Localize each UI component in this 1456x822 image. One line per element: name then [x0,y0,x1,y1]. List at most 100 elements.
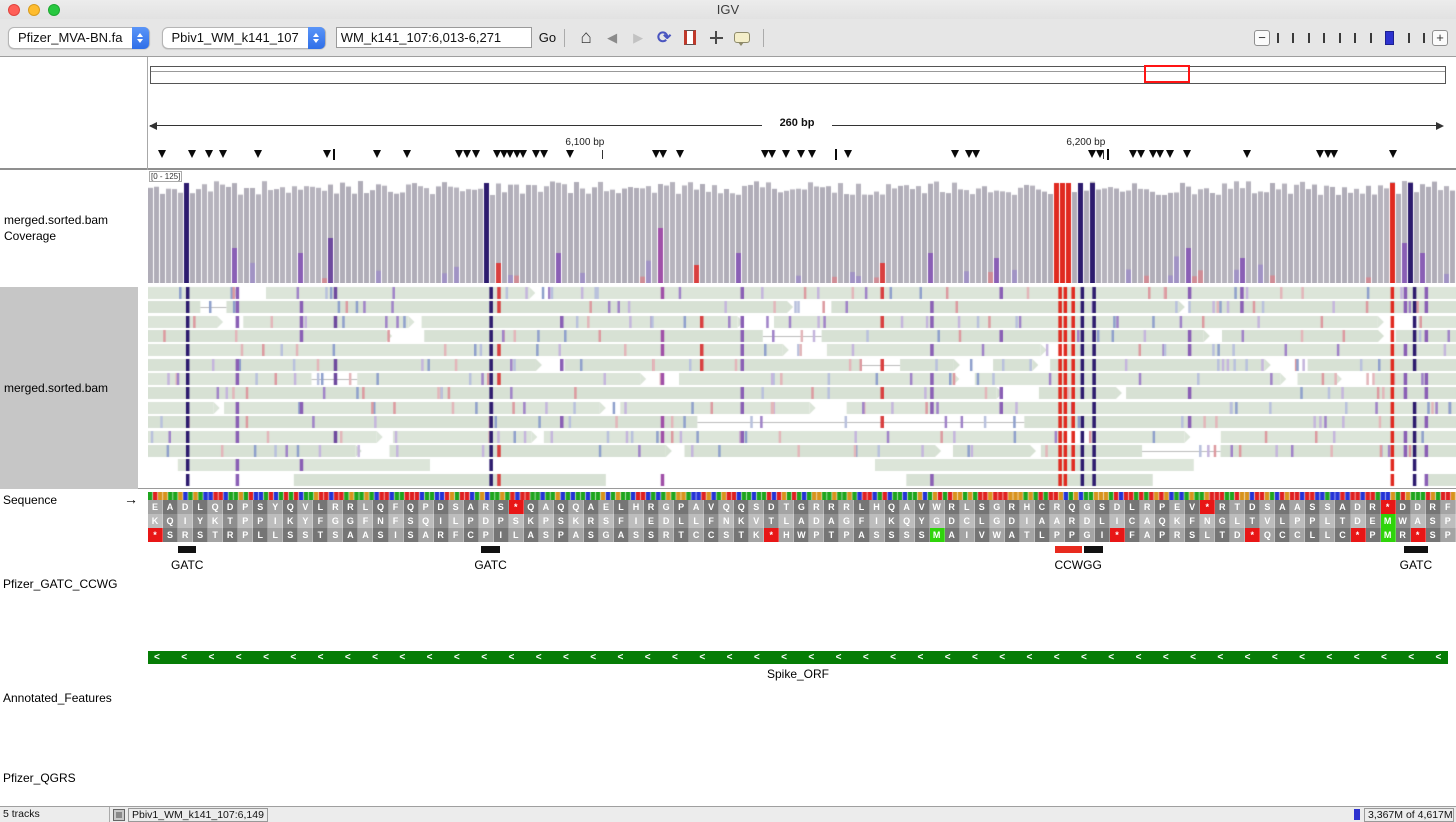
strand-chevron-icon: < [235,652,242,663]
track-label-annotated-features[interactable]: Annotated_Features [3,691,112,705]
region-of-interest-icon[interactable] [677,26,703,50]
forward-arrow-icon[interactable]: ▶ [625,26,651,50]
amino-acid-cell: A [343,528,359,542]
chromosome-select-stepper-icon[interactable] [307,26,325,49]
track-label-qgrs[interactable]: Pfizer_QGRS [3,771,76,785]
motif-feature-segment [178,546,197,553]
amino-acid-cell: M [1380,514,1396,528]
sequence-strand-arrow[interactable]: → [124,491,138,507]
amino-acid-cell: * [508,500,524,514]
strand-chevron-icon: < [208,652,215,663]
amino-acid-cell: P [553,528,569,542]
strand-chevron-icon: < [699,652,706,663]
zoom-slider-thumb[interactable] [1385,30,1395,45]
zoom-slider-tick[interactable] [1323,32,1326,43]
amino-acid-cell: C [1275,528,1291,542]
popup-text-icon[interactable] [729,26,755,50]
strand-chevron-icon: < [1190,652,1196,663]
chromosome-select[interactable]: Pbiv1_WM_k141_107 [161,26,326,49]
amino-acid-cell: V [1260,514,1276,528]
refresh-icon[interactable]: ⟳ [651,26,677,50]
strand-chevron-icon: < [372,652,378,663]
zoom-widget: − + [1254,29,1448,46]
amino-acid-cell: G [1079,500,1095,514]
go-button[interactable]: Go [539,30,556,45]
variant-marker-icon [1242,150,1251,158]
strand-chevron-icon: < [1217,652,1224,663]
amino-acid-cell: W [794,528,810,542]
amino-acid-cell: A [1410,514,1426,528]
amino-acid-cell: * [1110,528,1126,542]
amino-acid-cell: L [193,500,209,514]
visible-region-box[interactable] [1143,65,1191,83]
motif-feature-segment [1055,546,1082,553]
variant-marker-icon [1330,150,1339,158]
amino-acid-cell: K [734,514,750,528]
genome-select[interactable]: Pfizer_MVA-BN.fa [8,26,150,49]
amino-acid-cell: A [1034,514,1050,528]
alignments-track-canvas[interactable] [148,286,1456,488]
zoom-in-button[interactable]: + [1432,29,1448,46]
strand-chevron-icon: < [999,652,1006,663]
amino-acid-cell: T [1245,514,1261,528]
track-label-alignments[interactable]: merged.sorted.bam [0,381,108,395]
zoom-slider-tick[interactable] [1338,32,1341,43]
amino-acid-cell: R [824,500,840,514]
motif-feature[interactable] [1403,546,1428,553]
amino-acid-cell: P [1440,514,1456,528]
motif-feature[interactable] [1055,546,1104,553]
zoom-slider-tick[interactable] [1354,32,1357,43]
amino-acid-cell: P [493,514,509,528]
zoom-slider-tick[interactable] [1422,32,1425,43]
strand-chevron-icon: < [835,652,842,663]
zoom-slider-tick[interactable] [1292,32,1295,43]
amino-acid-cell: V [1185,500,1201,514]
track-label-gatc[interactable]: Pfizer_GATC_CCWG [3,577,117,591]
zoom-slider-tick[interactable] [1369,32,1372,43]
coverage-track-canvas[interactable] [148,177,1456,283]
chromosome-overview[interactable] [150,65,1446,84]
strand-chevron-icon: < [181,652,188,663]
amino-acid-cell: L [854,500,870,514]
genome-select-stepper-icon[interactable] [131,26,149,49]
amino-acid-cell: P [478,528,494,542]
zoom-slider-tick[interactable] [1307,32,1310,43]
amino-acid-cell: R [644,500,660,514]
locus-input[interactable] [335,27,532,48]
strand-chevron-icon: < [753,652,760,663]
track-label-coverage[interactable]: merged.sorted.bam Coverage [4,212,136,244]
zoom-slider[interactable] [1277,30,1425,46]
amino-acid-cell: R [178,528,194,542]
zoom-slider-tick[interactable] [1277,32,1279,43]
amino-acid-cell: P [1440,528,1456,542]
amino-acid-cell: S [974,500,990,514]
strand-chevron-icon: < [154,652,160,663]
amino-acid-cell: L [1275,514,1291,528]
home-icon[interactable]: ⌂ [573,26,599,50]
amino-acid-cell: P [1290,514,1306,528]
sequence-nucleotide-canvas[interactable] [148,492,1456,500]
motif-feature[interactable] [481,546,501,553]
amino-acid-cell: S [869,528,885,542]
zoom-out-button[interactable]: − [1254,29,1270,46]
strand-chevron-icon: < [317,652,324,663]
amino-acid-cell: D [1110,500,1126,514]
spike-orf-feature-bar[interactable]: < < < < < < < < < < < < < < < < < < < < < < < < < < < < < < < < < < < < < < < <… [148,651,1448,664]
status-grid-icon[interactable] [113,808,125,821]
amino-acid-cell: E [148,500,164,514]
gatc-track-content[interactable]: GATC GATC CCWGG GATC [148,546,1456,578]
amino-acid-cell: G [328,514,344,528]
amino-acid-cell: D [1395,500,1411,514]
zoom-slider-tick[interactable] [1407,32,1410,43]
back-arrow-icon[interactable]: ◀ [599,26,625,50]
fit-to-window-icon[interactable] [703,26,729,50]
track-label-sequence[interactable]: Sequence [3,493,57,507]
amino-acid-cell: A [568,528,584,542]
track-label-block-alignments[interactable]: merged.sorted.bam [0,287,138,489]
amino-acid-cell: P [538,514,554,528]
amino-acid-cell: K [523,514,539,528]
amino-acid-cell: A [944,528,960,542]
memory-usage-label[interactable]: 3,367M of 4,617M [1364,807,1454,822]
variant-marker-icon [158,150,167,158]
motif-feature[interactable] [178,546,197,553]
